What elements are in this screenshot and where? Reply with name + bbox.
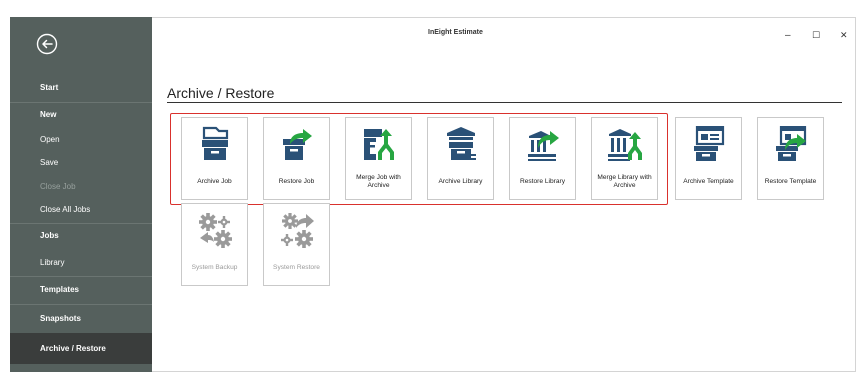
divider [10,223,152,224]
sidebar-item-snapshots[interactable]: Snapshots [10,312,152,326]
divider [10,276,152,277]
merge-library-button[interactable]: Merge Library with Archive [591,117,658,200]
merge-job-icon [364,129,394,160]
archive-job-icon [202,126,229,160]
maximize-button[interactable]: ☐ [812,30,820,41]
system-restore-button[interactable]: System Restore [263,203,330,286]
sidebar-item-label: Library [40,258,65,267]
sidebar-item-save[interactable]: Save [10,157,152,169]
tile-label: Restore Job [278,178,315,185]
page-title: Archive / Restore [167,85,275,101]
minimize-button[interactable]: – [785,30,791,41]
system-backup-button[interactable]: System Backup [181,203,248,286]
sidebar-item-library[interactable]: Library [10,257,152,269]
sidebar: Start New Open Save Close Job Close All … [10,17,152,372]
sidebar-item-label: New [40,110,57,119]
restore-library-icon [528,131,559,161]
sidebar-item-label: Archive / Restore [40,344,106,353]
system-backup-icon [199,213,232,248]
divider [10,102,152,103]
sidebar-item-start[interactable]: Start [10,81,152,95]
restore-job-icon [283,129,312,160]
sidebar-item-label: Close All Jobs [40,205,91,214]
tile-label: System Restore [273,264,320,271]
tile-label: Restore Library [519,178,566,185]
sidebar-item-label: Close Job [40,182,76,191]
archive-template-button[interactable]: Archive Template [675,117,742,200]
system-restore-icon [281,213,314,248]
restore-job-button[interactable]: Restore Job [263,117,330,200]
tile-label: Archive Template [683,178,734,185]
archive-job-button[interactable]: Archive Job [181,117,248,200]
sidebar-item-label: Snapshots [40,314,81,323]
sidebar-item-label: Start [40,83,59,92]
sidebar-item-new[interactable]: New [10,108,152,122]
sidebar-item-label: Save [40,158,59,167]
close-button[interactable]: ✕ [840,30,848,41]
sidebar-item-templates[interactable]: Templates [10,283,152,297]
archive-library-button[interactable]: Archive Library [427,117,494,200]
sidebar-item-close-all-jobs[interactable]: Close All Jobs [10,204,152,216]
sidebar-item-label: Templates [40,285,79,294]
sidebar-item-close-job: Close Job [10,181,152,193]
window-title: InEight Estimate [428,29,483,36]
divider [167,102,842,103]
tile-label: Merge Library with Archive [597,174,652,189]
tile-label: Archive Job [197,178,232,185]
divider [10,304,152,305]
archive-template-icon [694,126,725,161]
merge-job-button[interactable]: Merge Job with Archive [345,117,412,200]
tile-label: Restore Template [764,178,817,185]
merge-library-icon [608,129,642,161]
tile-label: System Backup [191,264,238,271]
sidebar-item-archive-restore[interactable]: Archive / Restore [10,333,152,364]
tile-label: Archive Library [438,178,483,185]
restore-library-button[interactable]: Restore Library [509,117,576,200]
restore-template-icon [776,126,807,161]
sidebar-item-label: Open [40,135,60,144]
restore-template-button[interactable]: Restore Template [757,117,824,200]
back-arrow-icon[interactable] [36,33,58,55]
sidebar-item-jobs[interactable]: Jobs [10,229,152,243]
tile-label: Merge Job with Archive [356,174,401,189]
sidebar-item-label: Jobs [40,231,59,240]
archive-library-icon [447,127,476,160]
sidebar-item-open[interactable]: Open [10,134,152,146]
